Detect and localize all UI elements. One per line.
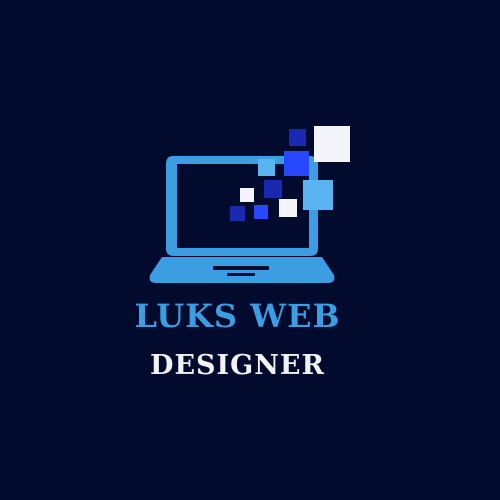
- brand-subtitle: DESIGNER: [150, 350, 325, 381]
- laptop-pixel-icon: [149, 126, 350, 283]
- touchpad-icon: [213, 266, 269, 270]
- pixel-squares: [230, 126, 350, 221]
- brand-title: LUKS WEB: [134, 297, 341, 335]
- logo-canvas: LUKS WEB DESIGNER: [0, 0, 500, 500]
